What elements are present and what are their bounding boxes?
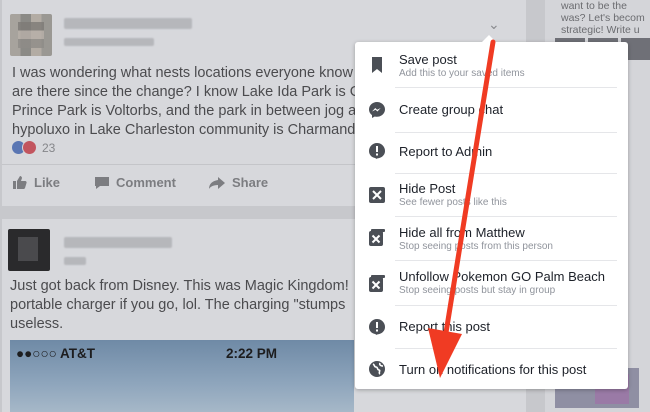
menu-item-hide-all-from-matthew[interactable]: Hide all from Matthew Stop seeing posts … (355, 217, 628, 260)
post-text-line: useless. (10, 316, 64, 332)
menu-item-subtitle: Add this to your saved items (399, 68, 525, 79)
share-button[interactable]: Share (208, 175, 268, 190)
menu-item-title: Hide all from Matthew (399, 225, 525, 240)
menu-item-subtitle: Stop seeing posts from this person (399, 241, 553, 252)
menu-item-title: Report this post (399, 319, 491, 334)
post-text: Just got back from Disney. This was Magi… (10, 277, 349, 334)
menu-item-turn-on-notifications[interactable]: Turn on notifications for this post (355, 349, 628, 389)
avatar[interactable] (8, 229, 50, 271)
thumbs-up-icon (13, 176, 27, 189)
hide-icon (369, 187, 385, 203)
post-text-line: portable charger if you go, lol. The cha… (10, 297, 346, 313)
rail-text-line: strategic! Write u (561, 24, 640, 36)
post-text: I was wondering what nests locations eve… (12, 64, 361, 140)
menu-item-title: Save post (399, 52, 457, 67)
rail-text-line: was? Let's becom (561, 12, 645, 24)
post-text-line: Prince Park is Voltorbs, and the park in… (12, 103, 357, 119)
comment-button[interactable]: Comment (94, 175, 176, 190)
menu-item-hide-post[interactable]: Hide Post See fewer posts like this (355, 174, 628, 217)
menu-item-report-to-admin[interactable]: Report to Admin (355, 133, 628, 177)
avatar[interactable] (10, 14, 52, 56)
author-name-redacted[interactable] (64, 237, 172, 248)
menu-item-title: Hide Post (399, 181, 456, 196)
comment-icon (95, 176, 109, 189)
bookmark-icon (372, 57, 382, 73)
globe-icon (369, 361, 385, 377)
alert-icon (369, 143, 385, 159)
menu-item-subtitle: Stop seeing posts but stay in group (399, 285, 556, 296)
chevron-down-icon[interactable]: ⌄ (488, 16, 500, 33)
unfollow-icon (369, 275, 385, 292)
share-label: Share (232, 175, 269, 190)
messenger-icon (369, 102, 385, 118)
menu-item-title: Report to Admin (399, 144, 493, 159)
comment-label: Comment (116, 175, 176, 190)
phone-status-bar: ●●○○○ AT&T 2:22 PM (16, 346, 348, 361)
menu-item-create-group-chat[interactable]: Create group chat (355, 88, 628, 132)
menu-item-subtitle: See fewer posts like this (399, 197, 507, 208)
menu-item-save-post[interactable]: Save post Add this to your saved items (355, 42, 628, 87)
phone-time: 2:22 PM (226, 346, 278, 361)
reactions-summary[interactable]: 23 (11, 140, 55, 155)
post-meta-redacted (64, 38, 154, 46)
love-reaction-icon (22, 140, 37, 155)
share-icon (209, 176, 225, 189)
menu-item-unfollow-group[interactable]: Unfollow Pokemon GO Palm Beach Stop seei… (355, 261, 628, 305)
report-icon (369, 319, 385, 335)
post-meta-redacted (64, 257, 86, 265)
post-text-line: I was wondering what nests locations eve… (12, 65, 353, 81)
post-photo[interactable]: ●●○○○ AT&T 2:22 PM (10, 340, 354, 412)
menu-item-title: Unfollow Pokemon GO Palm Beach (399, 269, 605, 284)
carrier-label: ●●○○○ AT&T (16, 346, 96, 361)
menu-item-title: Turn on notifications for this post (399, 362, 587, 377)
post-options-menu: Save post Add this to your saved items C… (355, 35, 628, 389)
author-name-redacted[interactable] (64, 18, 192, 29)
menu-item-report-post[interactable]: Report this post (355, 306, 628, 348)
post-text-line: hypoluxo in Lake Charleston community is… (12, 122, 356, 138)
rail-text-line: want to be the (561, 0, 627, 12)
group-description: want to be the was? Let's becom strategi… (561, 0, 645, 36)
like-button[interactable]: Like (12, 175, 60, 190)
like-label: Like (34, 175, 61, 190)
hide-all-icon (369, 229, 385, 246)
menu-item-title: Create group chat (399, 102, 504, 117)
post-text-line: are there since the change? I know Lake … (12, 84, 362, 100)
reaction-count: 23 (42, 140, 56, 155)
menu-caret (482, 35, 496, 42)
post-text-line: Just got back from Disney. This was Magi… (10, 278, 349, 294)
